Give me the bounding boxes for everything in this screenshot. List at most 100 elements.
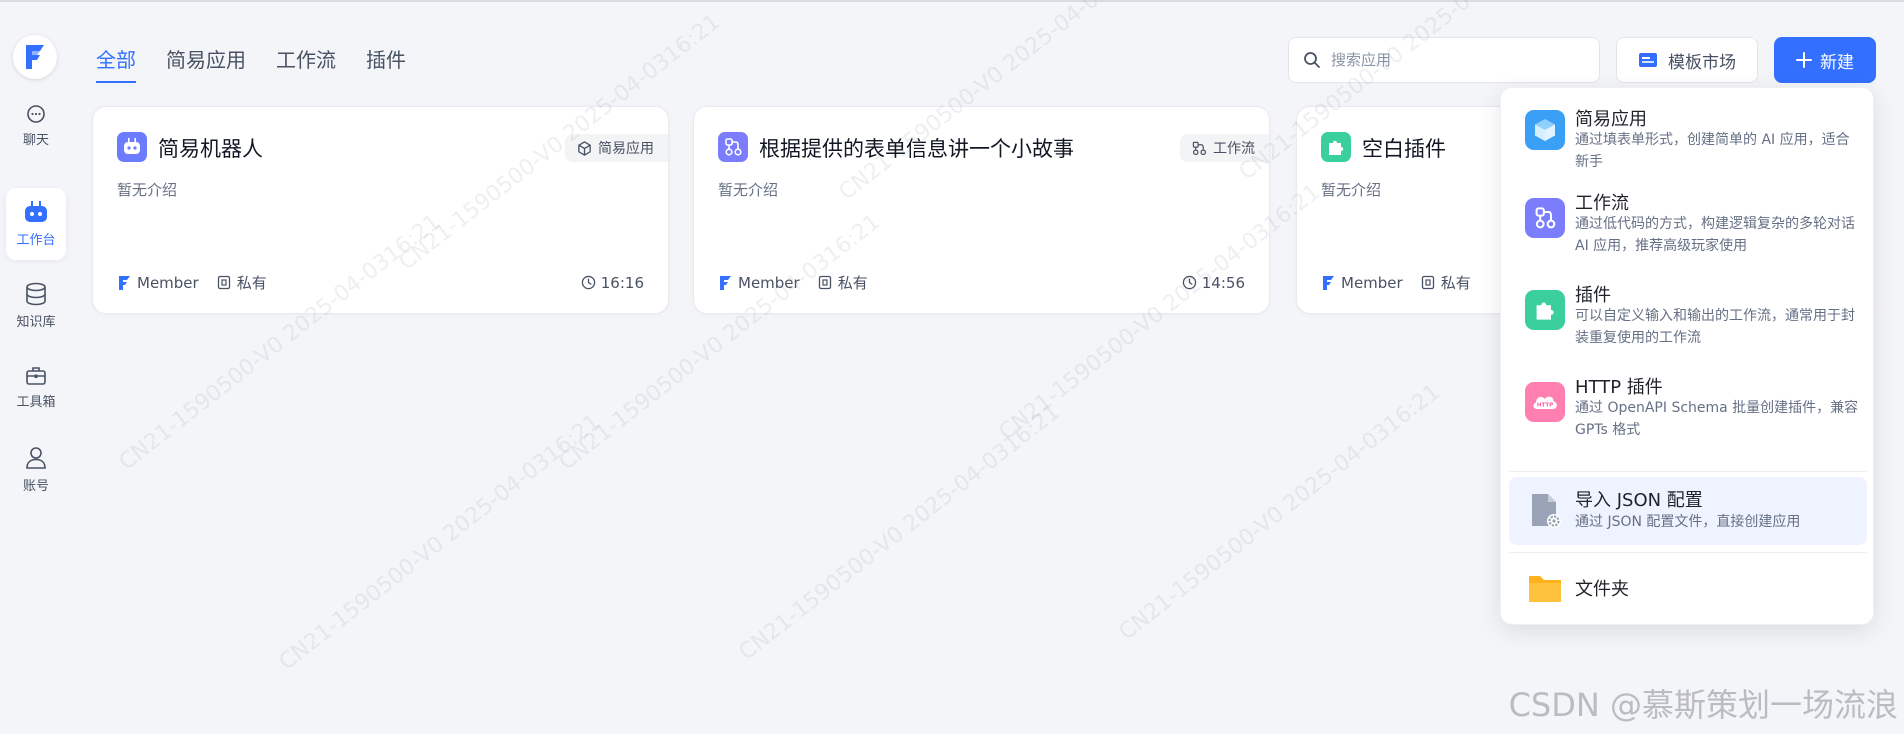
tab-all[interactable]: 全部 xyxy=(96,44,136,83)
card-title: 空白插件 xyxy=(1362,137,1446,161)
plus-icon xyxy=(1796,52,1812,68)
owner-name: Member xyxy=(738,273,800,292)
visibility-label: 私有 xyxy=(236,274,267,292)
template-card-icon xyxy=(1639,53,1657,67)
card-footer: Member 私有 16:16 xyxy=(117,272,644,293)
sidebar-item-workbench[interactable]: 工作台 xyxy=(6,188,66,260)
puzzle-icon xyxy=(1525,290,1565,330)
card-title: 简易机器人 xyxy=(158,137,263,161)
tab-workflow[interactable]: 工作流 xyxy=(276,44,336,83)
sidebar-item-label: 工具箱 xyxy=(16,395,56,410)
menu-item-desc: 可以自定义输入和输出的工作流，通常用于封装重复使用的工作流 xyxy=(1575,308,1855,346)
type-badge-label: 简易应用 xyxy=(598,141,654,157)
sidebar-item-label: 账号 xyxy=(22,479,49,494)
sidebar-item-label: 工作台 xyxy=(16,233,56,248)
type-badge: 简易应用 xyxy=(565,134,668,162)
app-logo[interactable] xyxy=(13,35,57,79)
watermark: CN21-1590500-V0 2025-04-0316:21 xyxy=(274,409,606,676)
sidebar: 聊天 工作台 知识库 工具箱 账号 xyxy=(0,2,72,734)
http-cloud-icon: HTTP xyxy=(1525,382,1565,422)
updated-time: 16:16 xyxy=(581,274,644,292)
visibility: 私有 xyxy=(217,272,267,293)
app-card[interactable]: 根据提供的表单信息讲一个小故事 工作流 暂无介绍 Member 私有 14:56 xyxy=(693,106,1270,314)
card-title: 根据提供的表单信息讲一个小故事 xyxy=(759,137,1074,161)
owner: Member xyxy=(1321,274,1403,292)
menu-item-title: 文件夹 xyxy=(1575,579,1629,600)
menu-divider xyxy=(1509,552,1867,553)
visibility-label: 私有 xyxy=(837,274,868,292)
robot-icon xyxy=(117,132,147,162)
member-logo-icon xyxy=(1323,275,1334,290)
sidebar-item-account[interactable]: 账号 xyxy=(6,434,66,506)
menu-item-desc: 通过填表单形式，创建简单的 AI 应用，适合新手 xyxy=(1575,132,1850,170)
menu-item-title: 插件 xyxy=(1575,285,1611,306)
time-label: 14:56 xyxy=(1201,273,1245,292)
type-badge-label: 工作流 xyxy=(1213,141,1255,157)
new-button-label: 新建 xyxy=(1820,52,1854,73)
sidebar-item-knowledge[interactable]: 知识库 xyxy=(6,270,66,342)
menu-item-title: HTTP 插件 xyxy=(1575,377,1663,398)
csdn-watermark: CSDN @慕斯策划一场流浪 xyxy=(1508,686,1898,724)
owner-name: Member xyxy=(1341,273,1403,292)
database-icon xyxy=(26,282,46,306)
time-label: 16:16 xyxy=(600,273,644,292)
menu-divider xyxy=(1509,471,1867,472)
robot-icon xyxy=(25,201,47,222)
owner: Member xyxy=(718,274,800,292)
sidebar-item-chat[interactable]: 聊天 xyxy=(6,90,66,162)
owner: Member xyxy=(117,274,199,292)
workflow-icon xyxy=(718,132,748,162)
menu-item-http-plugin[interactable]: HTTP HTTP 插件 通过 OpenAPI Schema 批量创建插件，兼容… xyxy=(1509,368,1867,452)
svg-text:HTTP: HTTP xyxy=(1537,403,1553,409)
folder-icon xyxy=(1525,568,1565,608)
tab-simple-app[interactable]: 简易应用 xyxy=(166,44,246,83)
logo-icon xyxy=(26,45,44,69)
updated-time: 14:56 xyxy=(1182,274,1245,292)
template-market-label: 模板市场 xyxy=(1668,52,1736,73)
visibility: 私有 xyxy=(1421,272,1471,293)
owner-name: Member xyxy=(137,273,199,292)
menu-item-desc: 通过 JSON 配置文件，直接创建应用 xyxy=(1575,514,1801,530)
cube-icon xyxy=(578,140,591,156)
sidebar-item-label: 聊天 xyxy=(22,133,49,148)
private-lock-icon xyxy=(217,275,230,290)
watermark: CN21-1590500-V0 2025-04-0316:21 xyxy=(734,399,1066,666)
app-card[interactable]: 简易机器人 简易应用 暂无介绍 Member 私有 16:16 xyxy=(92,106,669,314)
card-description: 暂无介绍 xyxy=(1321,181,1382,199)
tab-plugin[interactable]: 插件 xyxy=(366,44,406,83)
top-border xyxy=(0,0,1904,2)
watermark: CN21-1590500-V0 2025-04-0316:21 xyxy=(1114,379,1446,646)
card-footer: Member 私有 14:56 xyxy=(718,272,1245,293)
template-market-button[interactable]: 模板市场 xyxy=(1616,37,1758,83)
category-tabs: 全部 简易应用 工作流 插件 xyxy=(96,44,406,83)
menu-item-import-json[interactable]: 导入 JSON 配置 通过 JSON 配置文件，直接创建应用 xyxy=(1509,477,1867,545)
search-box xyxy=(1288,37,1600,83)
type-badge: 工作流 xyxy=(1180,134,1269,162)
private-lock-icon xyxy=(1421,275,1434,290)
search-input[interactable] xyxy=(1331,51,1571,69)
private-lock-icon xyxy=(818,275,831,290)
cube-icon xyxy=(1525,110,1565,150)
card-description: 暂无介绍 xyxy=(117,181,178,199)
clock-icon xyxy=(1182,275,1197,290)
sidebar-item-label: 知识库 xyxy=(16,315,56,330)
workflow-badge-icon xyxy=(1192,141,1207,155)
toolbox-icon xyxy=(26,367,46,385)
sidebar-item-toolbox[interactable]: 工具箱 xyxy=(6,352,66,424)
menu-item-workflow[interactable]: 工作流 通过低代码的方式，构建逻辑复杂的多轮对话 AI 应用，推荐高级玩家使用 xyxy=(1509,184,1867,268)
menu-item-desc: 通过 OpenAPI Schema 批量创建插件，兼容 GPTs 格式 xyxy=(1575,400,1859,438)
menu-item-desc: 通过低代码的方式，构建逻辑复杂的多轮对话 AI 应用，推荐高级玩家使用 xyxy=(1575,216,1855,254)
new-button[interactable]: 新建 xyxy=(1774,37,1876,83)
menu-item-title: 工作流 xyxy=(1575,193,1629,214)
json-file-icon xyxy=(1525,491,1565,531)
menu-item-title: 简易应用 xyxy=(1575,109,1647,130)
search-icon xyxy=(1304,52,1320,68)
menu-item-folder[interactable]: 文件夹 xyxy=(1509,558,1867,618)
card-description: 暂无介绍 xyxy=(718,181,779,199)
workflow-icon xyxy=(1525,198,1565,238)
chat-bubble-icon xyxy=(27,105,45,123)
menu-item-simple-app[interactable]: 简易应用 通过填表单形式，创建简单的 AI 应用，适合新手 xyxy=(1509,94,1867,178)
menu-item-title: 导入 JSON 配置 xyxy=(1575,490,1703,511)
visibility: 私有 xyxy=(818,272,868,293)
menu-item-plugin[interactable]: 插件 可以自定义输入和输出的工作流，通常用于封装重复使用的工作流 xyxy=(1509,276,1867,360)
